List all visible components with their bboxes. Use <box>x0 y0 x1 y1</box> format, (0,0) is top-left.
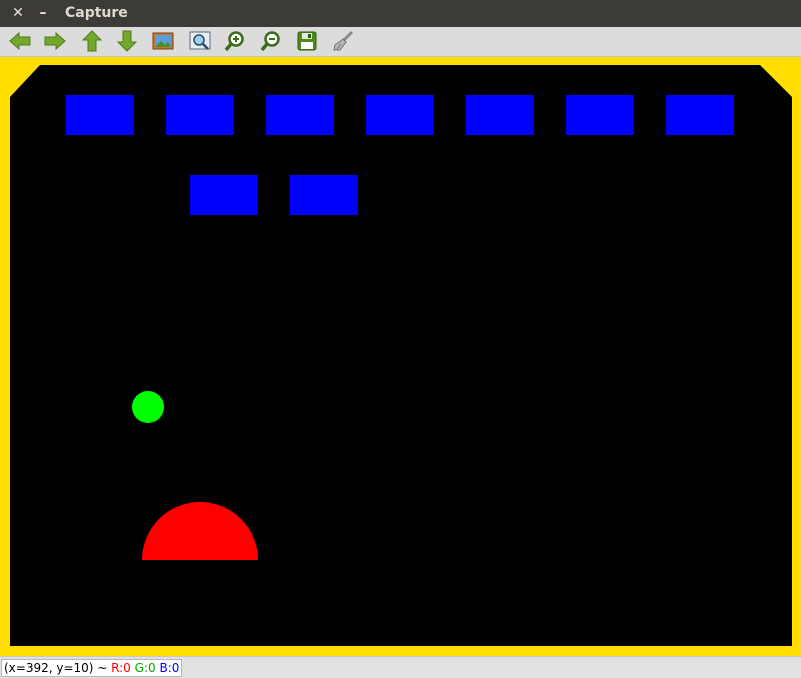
zoom-fit-icon <box>189 31 211 50</box>
pixel-readout: (x=392, y=10) ~ R:0 G:0 B:0 <box>1 659 183 677</box>
ball <box>132 391 164 423</box>
pan-right-button[interactable] <box>42 29 68 53</box>
status-bar: (x=392, y=10) ~ R:0 G:0 B:0 <box>0 656 801 678</box>
pan-up-button[interactable] <box>79 29 105 53</box>
brush-icon <box>333 30 354 51</box>
green-value: G:0 <box>134 661 156 675</box>
brick <box>290 175 358 215</box>
zoom-in-button[interactable] <box>222 29 248 53</box>
game-canvas[interactable] <box>0 57 801 656</box>
pan-down-button[interactable] <box>114 29 140 53</box>
blue-value: B:0 <box>159 661 180 675</box>
save-icon <box>297 31 317 51</box>
cursor-coords: (x=392, y=10) ~ <box>4 661 112 675</box>
minimize-button[interactable]: – <box>34 4 52 22</box>
zoom-fit-button[interactable] <box>187 29 213 53</box>
image-icon <box>152 32 174 50</box>
canvas-background <box>0 57 801 656</box>
red-value: R:0 <box>111 661 131 675</box>
zoom-original-button[interactable] <box>150 29 176 53</box>
arrow-down-icon <box>116 30 138 52</box>
brick <box>666 95 734 135</box>
brick <box>466 95 534 135</box>
zoom-out-button[interactable] <box>258 29 284 53</box>
brick <box>66 95 134 135</box>
arrow-right-icon <box>44 31 66 51</box>
brick <box>566 95 634 135</box>
title-bar: ✕ – Capture <box>0 0 801 27</box>
window-title: Capture <box>65 5 128 21</box>
arrow-left-icon <box>9 31 31 51</box>
zoom-out-icon <box>260 31 280 52</box>
pan-left-button[interactable] <box>7 29 33 53</box>
brick <box>366 95 434 135</box>
game-board <box>0 57 801 656</box>
zoom-in-icon <box>224 31 244 52</box>
properties-button[interactable] <box>330 29 356 53</box>
brick <box>266 95 334 135</box>
brick <box>190 175 258 215</box>
brick <box>166 95 234 135</box>
close-button[interactable]: ✕ <box>9 4 27 22</box>
toolbar <box>0 27 801 57</box>
arrow-up-icon <box>81 30 103 52</box>
save-button[interactable] <box>294 29 320 53</box>
